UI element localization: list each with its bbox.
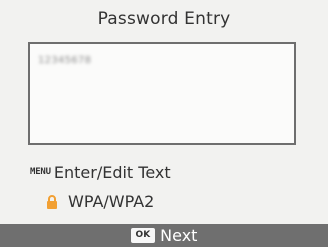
security-type-text: WPA/WPA2: [68, 191, 155, 211]
menu-key-label: MENU: [30, 167, 51, 177]
next-button[interactable]: OK Next: [0, 224, 328, 247]
lock-icon: [46, 194, 58, 209]
ok-key-label: OK: [130, 228, 156, 243]
password-input[interactable]: 12345678: [28, 42, 296, 145]
password-value: 12345678: [38, 55, 92, 66]
page-title: Password Entry: [97, 9, 231, 29]
password-entry-screen: Password Entry 12345678 MENU Enter/Edit …: [0, 0, 328, 247]
menu-hint-text: Enter/Edit Text: [53, 162, 171, 182]
menu-hint[interactable]: MENU Enter/Edit Text: [30, 161, 171, 183]
security-type: WPA/WPA2: [46, 190, 154, 212]
next-label: Next: [160, 226, 198, 245]
